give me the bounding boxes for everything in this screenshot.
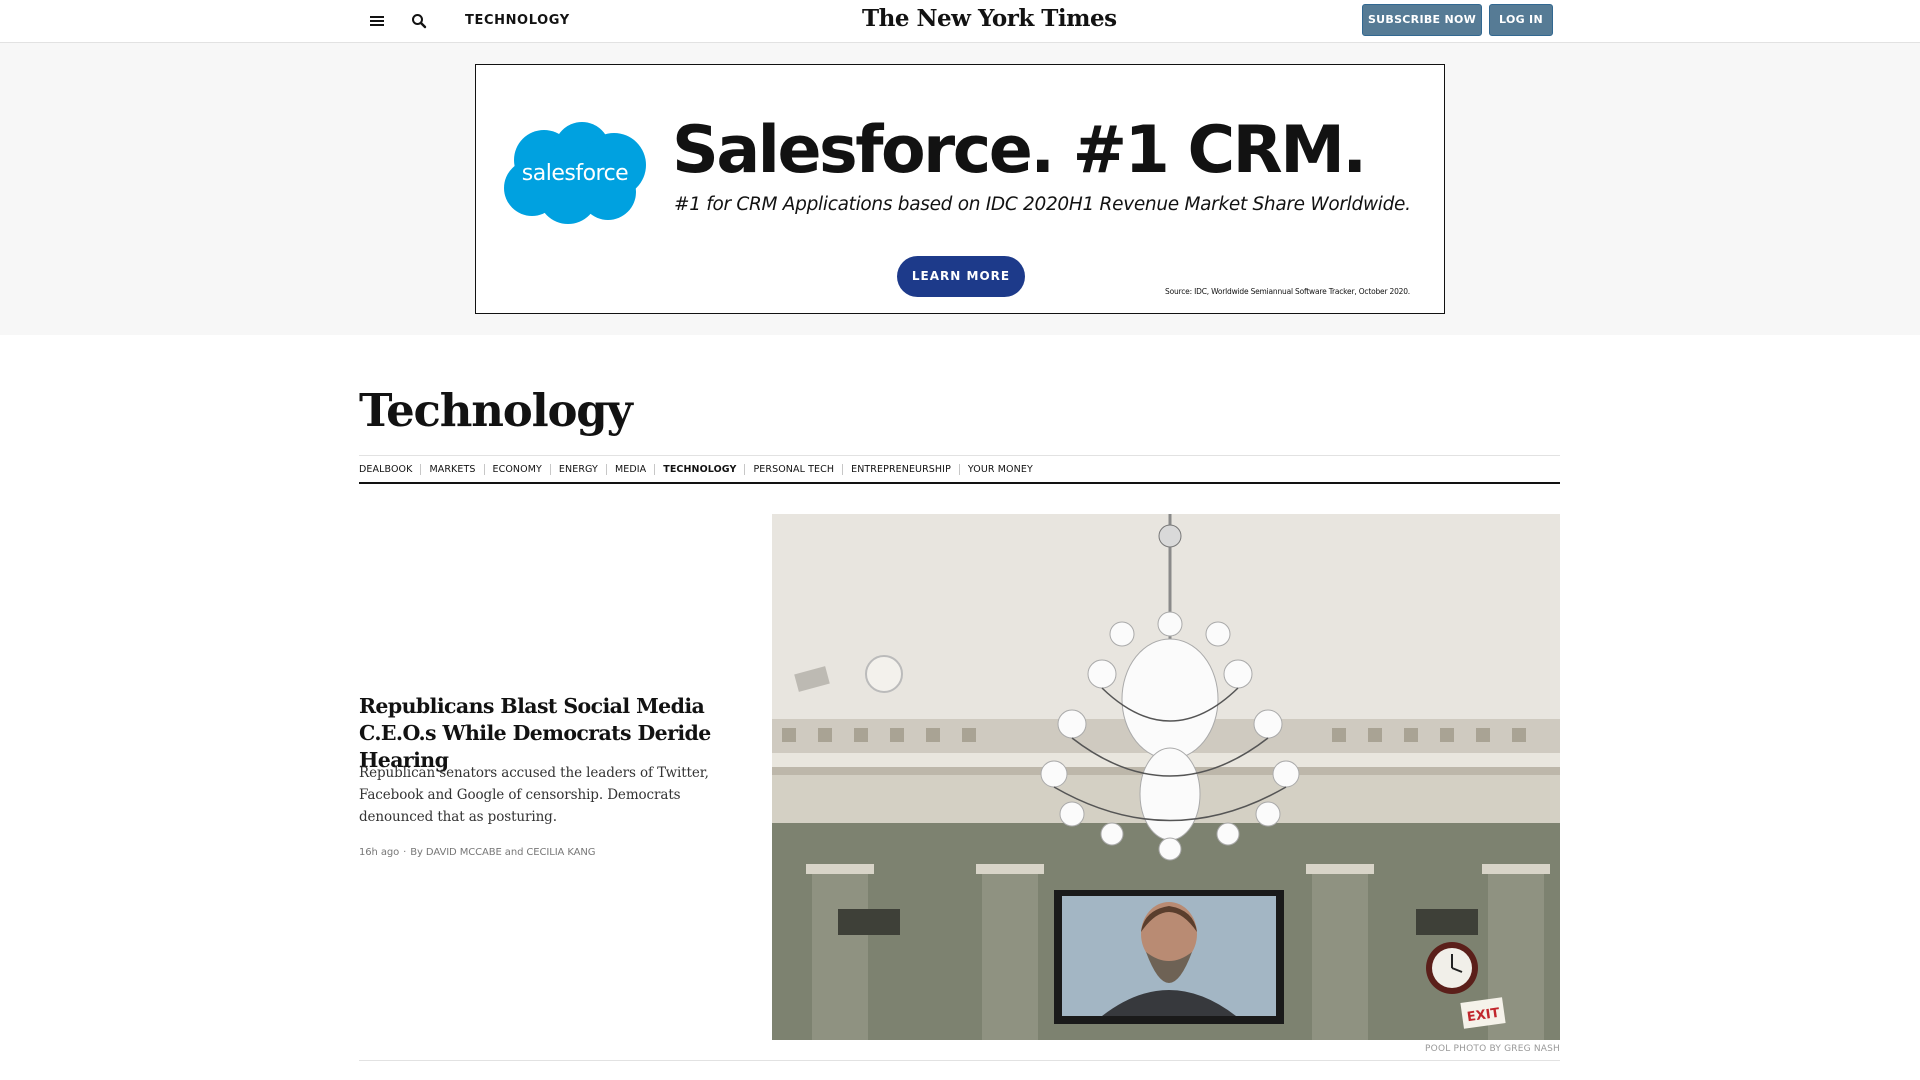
masthead: TECHNOLOGY The New York Times SUBSCRIBE … bbox=[0, 0, 1920, 43]
ad-band: salesforce Salesforce. #1 CRM. #1 for CR… bbox=[0, 43, 1920, 335]
subnav-item-entrepreneurship[interactable]: ENTREPRENEURSHIP bbox=[842, 463, 959, 475]
story-meta: 16h ago · By DAVID MCCABE and CECILIA KANG bbox=[359, 847, 596, 858]
subnav-item-energy[interactable]: ENERGY bbox=[549, 463, 606, 475]
meta-separator: · bbox=[403, 847, 407, 858]
ad-headline: Salesforce. #1 CRM. bbox=[672, 113, 1367, 188]
salesforce-ad[interactable]: salesforce Salesforce. #1 CRM. #1 for CR… bbox=[475, 64, 1445, 314]
ad-brand-text: salesforce bbox=[522, 161, 628, 186]
ad-subheadline: #1 for CRM Applications based on IDC 202… bbox=[674, 194, 1411, 215]
divider bbox=[359, 1060, 1560, 1061]
subscribe-button[interactable]: SUBSCRIBE NOW bbox=[1362, 4, 1482, 36]
search-icon[interactable] bbox=[407, 9, 431, 33]
subnav-item-markets[interactable]: MARKETS bbox=[420, 463, 483, 475]
hamburger-menu-icon[interactable] bbox=[365, 9, 389, 33]
subnav-item-economy[interactable]: ECONOMY bbox=[483, 463, 550, 475]
nyt-logo[interactable]: The New York Times bbox=[862, 5, 1117, 32]
story-timestamp: 16h ago bbox=[359, 847, 400, 858]
story-summary: Republican senators accused the leaders … bbox=[359, 765, 709, 825]
story-photo[interactable]: EXIT bbox=[772, 514, 1560, 1040]
subnav-item-personal-tech[interactable]: PERSONAL TECH bbox=[744, 463, 842, 475]
subnav-item-media[interactable]: MEDIA bbox=[605, 463, 654, 475]
subnav-item-your-money[interactable]: YOUR MONEY bbox=[958, 463, 1041, 475]
story-byline[interactable]: DAVID MCCABE and CECILIA KANG bbox=[426, 847, 596, 858]
byline-prefix: By bbox=[410, 847, 423, 858]
salesforce-logo-icon: salesforce bbox=[504, 122, 646, 224]
masthead-section-link[interactable]: TECHNOLOGY bbox=[465, 13, 570, 28]
section-subnav: DEALBOOK MARKETS ECONOMY ENERGY MEDIA TE… bbox=[359, 455, 1560, 484]
ad-source-note: Source: IDC, Worldwide Semiannual Softwa… bbox=[1165, 287, 1410, 296]
login-button[interactable]: LOG IN bbox=[1489, 4, 1553, 36]
subnav-item-technology[interactable]: TECHNOLOGY bbox=[654, 463, 744, 475]
subnav-item-dealbook[interactable]: DEALBOOK bbox=[359, 464, 420, 475]
photo-credit: POOL PHOTO BY GREG NASH bbox=[1425, 1044, 1560, 1054]
learn-more-button[interactable]: LEARN MORE bbox=[897, 256, 1025, 297]
page-title: Technology bbox=[359, 384, 633, 437]
